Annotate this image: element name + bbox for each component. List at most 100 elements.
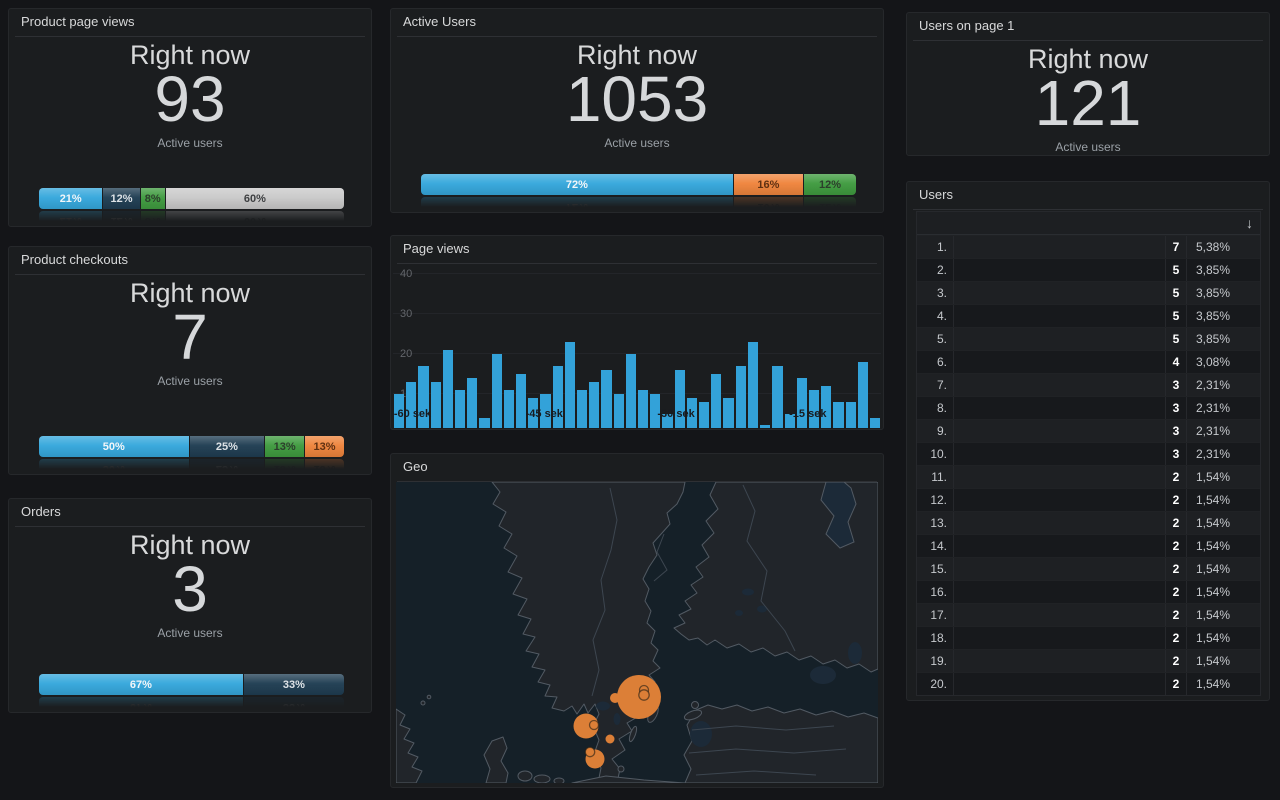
x-axis-tick: -15 sek xyxy=(789,408,826,420)
count-cell: 2 xyxy=(1166,627,1187,649)
bar-segment: 72% xyxy=(421,174,733,195)
stat-value: 1053 xyxy=(391,65,883,134)
percent-cell: 2,31% xyxy=(1187,397,1260,419)
panel-title[interactable]: Product page views xyxy=(15,9,365,37)
user-cell xyxy=(954,420,1166,442)
panel-active-users: Active Users Right now 1053 Active users… xyxy=(390,8,884,213)
bar xyxy=(479,418,489,428)
percent-cell: 3,85% xyxy=(1187,328,1260,350)
bar xyxy=(846,402,856,428)
rank-cell: 13. xyxy=(917,512,954,534)
bar-segment: 50% xyxy=(39,459,189,469)
bar xyxy=(723,398,733,428)
bar xyxy=(577,390,587,428)
bar-segment: 8% xyxy=(141,188,165,209)
lake-vattern xyxy=(614,713,621,725)
stat-sublabel: Active users xyxy=(907,140,1269,154)
bar-segment: 13% xyxy=(265,459,304,469)
user-cell xyxy=(954,650,1166,672)
count-cell: 4 xyxy=(1166,351,1187,373)
table-row: 10.32,31% xyxy=(917,442,1260,465)
x-axis-tick: -60 sek xyxy=(394,408,431,420)
sort-descending-icon[interactable]: ↓ xyxy=(1246,212,1253,234)
panel-page-views: Page views 10203040-60 sek-45 sek-30 sek… xyxy=(390,235,884,430)
bar-segment: 60% xyxy=(166,211,344,221)
x-axis-tick: -30 sek xyxy=(657,408,694,420)
user-cell xyxy=(954,328,1166,350)
bar-segment: 13% xyxy=(305,436,344,457)
bar xyxy=(797,378,807,428)
panel-title[interactable]: Orders xyxy=(15,499,365,527)
count-cell: 3 xyxy=(1166,443,1187,465)
panel-title[interactable]: Geo xyxy=(397,454,877,482)
bar xyxy=(772,366,782,428)
lake-onega xyxy=(848,642,862,664)
bar-segment: 25% xyxy=(190,436,265,457)
percent-cell: 1,54% xyxy=(1187,581,1260,603)
table-row: 9.32,31% xyxy=(917,419,1260,442)
geo-map[interactable] xyxy=(396,482,878,783)
bar xyxy=(443,350,453,428)
distribution-bar: 67%33%67%33% xyxy=(39,674,344,707)
denmark-island xyxy=(518,771,532,781)
percent-cell: 2,31% xyxy=(1187,420,1260,442)
table-row: 13.21,54% xyxy=(917,511,1260,534)
panel-product-checkouts: Product checkouts Right now 7 Active use… xyxy=(8,246,372,475)
page-views-plot[interactable]: 10203040-60 sek-45 sek-30 sek-15 sek xyxy=(393,263,881,428)
table-row: 15.21,54% xyxy=(917,557,1260,580)
table-row: 12.21,54% xyxy=(917,488,1260,511)
count-cell: 2 xyxy=(1166,604,1187,626)
bar xyxy=(870,418,880,428)
percent-cell: 3,85% xyxy=(1187,305,1260,327)
x-axis-tick: -45 sek xyxy=(526,408,563,420)
hiiumaa-island xyxy=(692,702,699,709)
percent-cell: 2,31% xyxy=(1187,374,1260,396)
bar xyxy=(711,374,721,428)
bar xyxy=(626,354,636,428)
bar-segment: 60% xyxy=(166,188,344,209)
percent-cell: 1,54% xyxy=(1187,604,1260,626)
percent-cell: 1,54% xyxy=(1187,466,1260,488)
denmark-island xyxy=(554,778,564,783)
bar-segment: 21% xyxy=(39,211,102,221)
bar-segment: 21% xyxy=(39,188,102,209)
panel-title[interactable]: Active Users xyxy=(397,9,877,37)
rank-cell: 17. xyxy=(917,604,954,626)
bar-reflection: 67%33% xyxy=(39,697,344,707)
bar-segment: 8% xyxy=(141,211,165,221)
user-cell xyxy=(954,443,1166,465)
user-cell xyxy=(954,351,1166,373)
bar xyxy=(760,425,770,428)
baltic-states xyxy=(684,705,878,783)
stat-sublabel: Active users xyxy=(9,136,371,150)
rank-cell: 19. xyxy=(917,650,954,672)
rank-cell: 8. xyxy=(917,397,954,419)
bar xyxy=(748,342,758,428)
bar xyxy=(492,354,502,428)
bar-segment: 16% xyxy=(734,174,803,195)
bar-segment: 12% xyxy=(804,174,856,195)
bar xyxy=(565,342,575,428)
count-cell: 3 xyxy=(1166,397,1187,419)
bar-segment: 12% xyxy=(103,188,139,209)
panel-title[interactable]: Product checkouts xyxy=(15,247,365,275)
panel-title[interactable]: Page views xyxy=(397,236,877,264)
rank-cell: 2. xyxy=(917,259,954,281)
lake-ladoga xyxy=(810,666,836,684)
rank-cell: 14. xyxy=(917,535,954,557)
stat-sublabel: Active users xyxy=(391,136,883,150)
bar xyxy=(833,402,843,428)
bar xyxy=(614,394,624,428)
bar xyxy=(821,386,831,428)
panel-title[interactable]: Users on page 1 xyxy=(913,13,1263,41)
rank-cell: 4. xyxy=(917,305,954,327)
bar xyxy=(736,366,746,428)
user-cell xyxy=(954,236,1166,258)
geo-bubble-ring xyxy=(590,721,599,730)
rank-cell: 6. xyxy=(917,351,954,373)
orkney-island xyxy=(421,701,425,705)
panel-title[interactable]: Users xyxy=(913,182,1263,210)
table-row: 16.21,54% xyxy=(917,580,1260,603)
user-cell xyxy=(954,604,1166,626)
count-cell: 5 xyxy=(1166,259,1187,281)
